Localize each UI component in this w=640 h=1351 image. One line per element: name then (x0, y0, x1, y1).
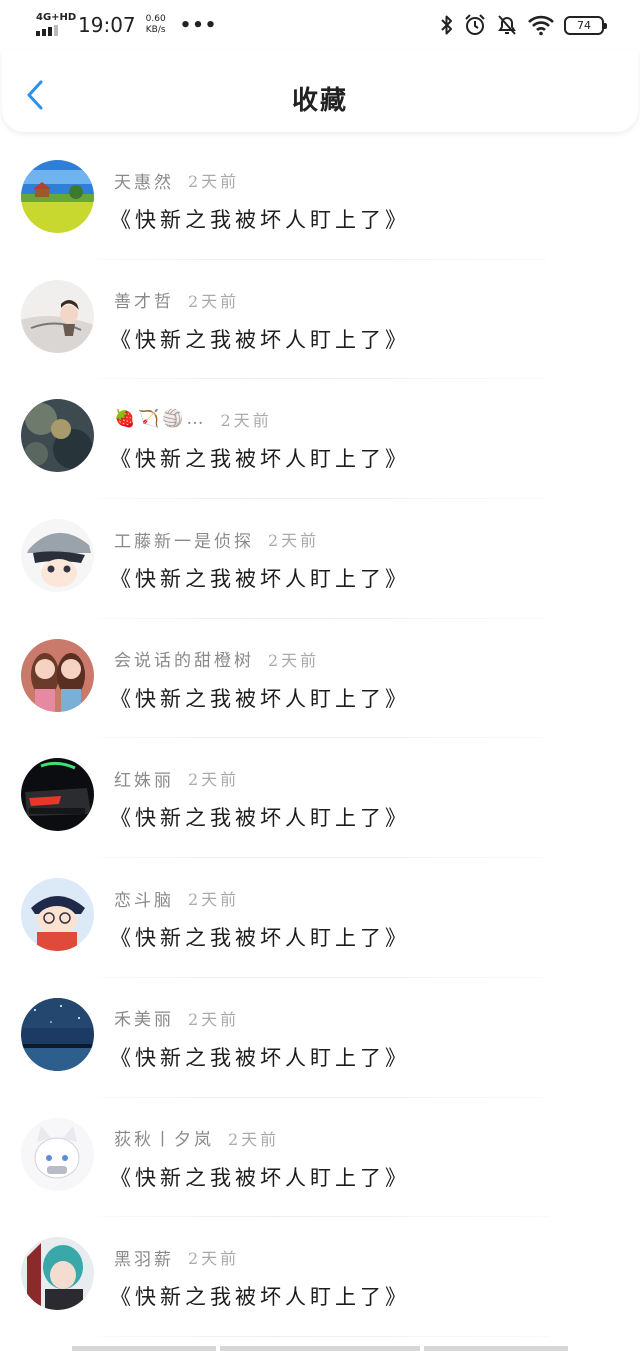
teal-hair-girl-avatar-image (21, 1237, 94, 1311)
item-meta: 工藤新一是侦探 2天前 (114, 527, 320, 552)
cartoon-boy-avatar-image (21, 878, 94, 952)
more-notifications-icon: ••• (179, 14, 218, 36)
speed-unit: KB/s (145, 25, 166, 35)
book-title[interactable]: 《快新之我被坏人盯上了》 (110, 802, 410, 832)
list-item[interactable]: 天惠然 2天前 《快新之我被坏人盯上了》 (0, 140, 640, 260)
item-meta: 🍓🏹🏐… 2天前 (114, 407, 272, 431)
bottom-bar (72, 1346, 568, 1351)
list-item[interactable]: 会说话的甜橙树 2天前 《快新之我被坏人盯上了》 (0, 619, 640, 739)
dolls-avatar-image (21, 638, 94, 712)
book-title[interactable]: 《快新之我被坏人盯上了》 (110, 563, 410, 593)
list-item[interactable]: 🍓🏹🏐… 2天前 《快新之我被坏人盯上了》 (0, 379, 640, 500)
item-meta: 黑羽薪 2天前 (114, 1245, 240, 1270)
avatar[interactable] (21, 878, 94, 952)
list-item[interactable]: 恋斗脑 2天前 《快新之我被坏人盯上了》 (0, 858, 640, 978)
time-ago: 2天前 (220, 411, 272, 431)
wifi-icon (527, 14, 555, 36)
user-name[interactable]: 天惠然 (114, 168, 174, 193)
avatar[interactable] (21, 758, 94, 832)
avatar[interactable] (21, 638, 94, 712)
speed-value: 0.60 (145, 14, 166, 24)
user-name[interactable]: 善才哲 (114, 287, 174, 312)
list-item[interactable]: 工藤新一是侦探 2天前 《快新之我被坏人盯上了》 (0, 499, 640, 619)
user-name[interactable]: 禾美丽 (114, 1005, 174, 1030)
item-meta: 恋斗脑 2天前 (114, 886, 240, 911)
book-title[interactable]: 《快新之我被坏人盯上了》 (110, 683, 410, 713)
user-name[interactable]: 工藤新一是侦探 (114, 527, 254, 552)
alarm-icon (463, 13, 487, 37)
item-meta: 红姝丽 2天前 (114, 766, 240, 791)
item-meta: 天惠然 2天前 (114, 168, 240, 193)
network-label: 4G+HD (36, 12, 77, 23)
nav-bar: 收藏 (2, 50, 638, 132)
item-meta: 禾美丽 2天前 (114, 1005, 240, 1031)
time-ago: 2天前 (188, 770, 240, 790)
car-avatar-image (21, 758, 94, 832)
landscape-avatar-image (21, 160, 94, 233)
clock: 19:07 (78, 13, 136, 37)
user-name[interactable]: 🍓🏹🏐… (114, 409, 207, 429)
avatar[interactable] (21, 1117, 94, 1191)
signal-icon (36, 25, 58, 36)
status-left: 4G+HD 19:07 0.60 KB/s ••• (36, 10, 217, 40)
bluetooth-icon (440, 14, 454, 36)
painting-avatar-image (21, 399, 94, 473)
time-ago: 2天前 (188, 291, 240, 311)
time-ago: 2天前 (228, 1129, 280, 1149)
time-ago: 2天前 (188, 890, 240, 910)
user-name[interactable]: 荻秋丨夕岚 (114, 1125, 214, 1150)
list-item[interactable]: 禾美丽 2天前 《快新之我被坏人盯上了》 (0, 978, 640, 1098)
avatar[interactable] (21, 997, 94, 1071)
book-title[interactable]: 《快新之我被坏人盯上了》 (110, 204, 410, 234)
user-name[interactable]: 红姝丽 (114, 766, 174, 791)
network-speed: 0.60 KB/s (146, 14, 166, 36)
item-meta: 荻秋丨夕岚 2天前 (114, 1125, 280, 1151)
item-meta: 善才哲 2天前 (114, 287, 240, 313)
page-title: 收藏 (291, 86, 348, 116)
time-ago: 2天前 (188, 1009, 240, 1029)
favorites-list: 天惠然 2天前 《快新之我被坏人盯上了》 善才哲 2天前 《快新之我被坏人盯上了… (0, 140, 640, 1337)
night-sky-avatar-image (21, 997, 94, 1071)
book-title[interactable]: 《快新之我被坏人盯上了》 (110, 1281, 410, 1311)
user-name[interactable]: 恋斗脑 (114, 886, 174, 911)
white-cat-girl-avatar-image (21, 1117, 94, 1191)
time-ago: 2天前 (188, 1249, 240, 1269)
divider (98, 1335, 548, 1337)
time-ago: 2天前 (268, 650, 320, 670)
list-item[interactable]: 红姝丽 2天前 《快新之我被坏人盯上了》 (0, 738, 640, 859)
user-name[interactable]: 会说话的甜橙树 (114, 646, 254, 671)
book-title[interactable]: 《快新之我被坏人盯上了》 (110, 922, 410, 952)
book-title[interactable]: 《快新之我被坏人盯上了》 (110, 324, 410, 354)
list-item[interactable]: 黑羽薪 2天前 《快新之我被坏人盯上了》 (0, 1217, 640, 1337)
status-bar: 4G+HD 19:07 0.60 KB/s ••• 74 (0, 0, 640, 50)
list-item[interactable]: 荻秋丨夕岚 2天前 《快新之我被坏人盯上了》 (0, 1098, 640, 1218)
avatar[interactable] (21, 279, 94, 353)
avatar[interactable] (21, 399, 94, 473)
time-ago: 2天前 (268, 531, 320, 551)
anime-boy-avatar-image (21, 519, 94, 593)
status-right: 74 (440, 12, 607, 38)
time-ago: 2天前 (188, 172, 240, 191)
list-item[interactable]: 善才哲 2天前 《快新之我被坏人盯上了》 (0, 260, 640, 380)
anime-sketch-avatar-image (21, 279, 94, 353)
user-name[interactable]: 黑羽薪 (114, 1245, 174, 1270)
avatar[interactable] (21, 519, 94, 593)
avatar[interactable] (21, 1237, 94, 1311)
book-title[interactable]: 《快新之我被坏人盯上了》 (110, 1042, 410, 1072)
battery-indicator: 74 (564, 15, 607, 35)
network-indicator: 4G+HD (36, 12, 76, 38)
item-meta: 会说话的甜橙树 2天前 (114, 646, 320, 672)
book-title[interactable]: 《快新之我被坏人盯上了》 (110, 443, 410, 473)
bell-off-icon (496, 13, 518, 37)
avatar[interactable] (21, 160, 94, 233)
book-title[interactable]: 《快新之我被坏人盯上了》 (110, 1162, 410, 1192)
